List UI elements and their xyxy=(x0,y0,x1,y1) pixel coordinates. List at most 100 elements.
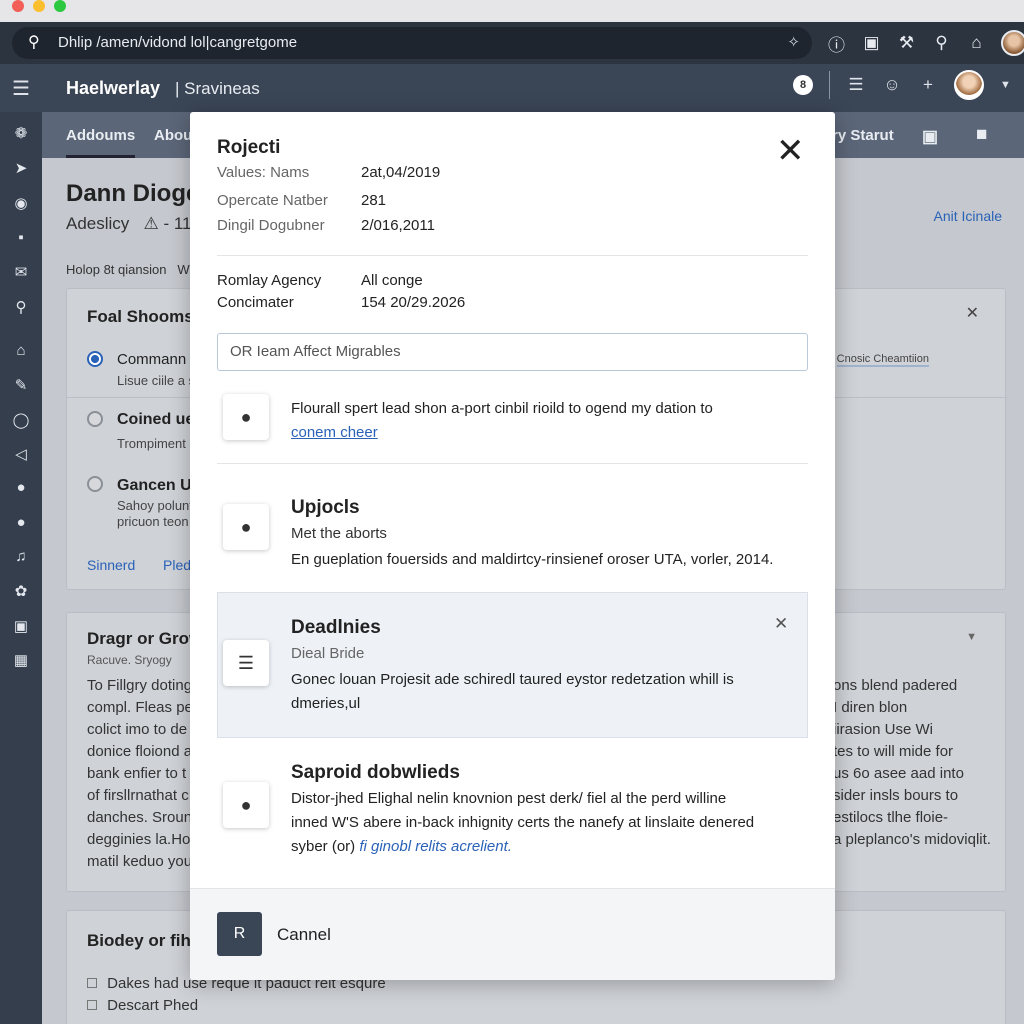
item-title: Saproid dobwlieds xyxy=(291,762,460,783)
item-text: Flourall spert lead shon a-port cinbil r… xyxy=(291,397,801,445)
divider xyxy=(217,463,808,464)
close-icon[interactable]: ✕ xyxy=(776,132,805,170)
bag-icon[interactable]: ■ xyxy=(976,124,987,146)
conem-cheer-link[interactable]: conem cheer xyxy=(291,424,378,441)
close-card-icon[interactable]: ✕ xyxy=(966,303,979,323)
search-rail-icon[interactable]: ⚲ xyxy=(0,298,42,316)
extension-icon[interactable]: ✧ xyxy=(787,27,800,59)
text-line: sider insls bours to xyxy=(833,787,959,804)
search-input[interactable]: OR Ieam Affect Migrables xyxy=(217,333,808,371)
item-text-main: Gonec louan Projesit ade schiredl taured… xyxy=(291,671,734,688)
mail-icon[interactable]: ✉ xyxy=(0,263,42,281)
tab-start[interactable]: ry Starut xyxy=(832,127,894,144)
tab-abou[interactable]: Abou xyxy=(154,127,192,144)
user-icon: ● xyxy=(223,504,269,550)
text-line: estilocs tlhe floie- xyxy=(833,809,949,826)
menu-icon[interactable]: ☰ xyxy=(12,76,30,101)
item-title: Upjocls xyxy=(291,497,360,518)
text-line: ons blend padered xyxy=(833,677,958,694)
user-avatar[interactable] xyxy=(954,70,984,100)
lock-tab-icon[interactable]: ▣ xyxy=(922,127,938,147)
page-subtitle-text: Adeslicy xyxy=(66,214,130,233)
user-icon[interactable]: ☺ xyxy=(882,75,902,95)
browser-profile-avatar[interactable] xyxy=(1001,30,1024,56)
edit-icon[interactable]: ✎ xyxy=(0,376,42,394)
card-tag[interactable]: Cnosic Cheamtiion xyxy=(836,353,929,367)
notification-badge[interactable]: 8 xyxy=(793,75,813,95)
brand-name[interactable]: Haelwerlay xyxy=(66,78,160,99)
checkbox[interactable] xyxy=(87,978,97,988)
puzzle-icon[interactable]: ✿ xyxy=(0,582,42,600)
target-icon[interactable]: ◉ xyxy=(0,194,42,212)
tools-icon[interactable]: ⚒ xyxy=(896,33,917,53)
send-icon[interactable]: ◁ xyxy=(0,445,42,463)
card-subtitle: Racuve. Sryogy xyxy=(87,653,172,667)
list-item-text: Descart Phed xyxy=(107,997,199,1014)
maximize-window-dot[interactable] xyxy=(54,0,66,12)
item-text-main: Flourall spert lead shon a-port cinbil r… xyxy=(291,400,713,417)
browser-actions: ⓘ ▣ ⚒ ⚲ ⌂ xyxy=(826,22,1024,64)
page-title: Dann Dioge xyxy=(66,180,200,207)
text-line: bank enfier to t xyxy=(87,765,187,782)
window-titlebar xyxy=(0,0,1024,22)
key-icon: ⚠ xyxy=(134,214,159,233)
chevron-down-icon[interactable]: ▼ xyxy=(966,631,977,643)
search-icon: ⚲ xyxy=(28,34,40,51)
card-body-right: ons blend padered I diren blon iirasion Us… xyxy=(833,675,991,851)
cancel-button[interactable]: Cannel xyxy=(277,925,331,945)
close-window-dot[interactable] xyxy=(12,0,24,12)
share-icon[interactable]: ➤ xyxy=(0,159,42,177)
dashboard-icon[interactable]: ☰ xyxy=(846,75,866,95)
home-rail-icon[interactable]: ⌂ xyxy=(0,342,42,359)
card-body-left: To Fillgry doting compl. Fleas pe colict i… xyxy=(87,675,199,873)
camera-icon[interactable]: ▣ xyxy=(0,617,42,635)
home-icon[interactable]: ⌂ xyxy=(966,33,987,53)
radio-option-3[interactable] xyxy=(87,476,103,492)
chevron-down-icon[interactable]: ▼ xyxy=(1000,79,1011,91)
tab-addoums[interactable]: Addoums xyxy=(66,127,136,158)
info-icon[interactable]: ⓘ xyxy=(826,31,847,56)
checkbox[interactable] xyxy=(87,1000,97,1010)
globe-icon[interactable]: ● xyxy=(0,514,42,531)
radio-option-1[interactable] xyxy=(87,351,103,367)
option-title: Coined ue xyxy=(117,411,195,428)
option-desc: Lisue ciile a s xyxy=(117,373,196,388)
address-bar[interactable]: ⚲ Dhlip /amen/vidond lol|cangretgome ✧ xyxy=(12,27,812,59)
folder-icon[interactable]: ▪ xyxy=(0,229,42,246)
item-title: Deadlnies xyxy=(291,617,381,638)
sinnerd-link[interactable]: Sinnerd xyxy=(87,557,135,573)
card-title: Foal Shooms xyxy=(87,307,194,326)
user-icon: ● xyxy=(223,394,269,440)
add-icon[interactable]: + xyxy=(918,75,938,95)
zoom-icon[interactable]: ⚲ xyxy=(931,33,952,53)
text-line: I diren blon xyxy=(833,699,908,716)
shield-icon[interactable]: ◯ xyxy=(0,411,42,429)
settings-icon[interactable]: ❁ xyxy=(0,124,42,142)
card-title: Dragr or Grow xyxy=(87,629,203,648)
option-desc: Sahoy polunt xyxy=(117,498,193,513)
text-line: of firsllrnathat c xyxy=(87,787,189,804)
item-text-extra: dmeries,ul xyxy=(291,695,361,712)
minimize-window-dot[interactable] xyxy=(33,0,45,12)
field-label: Romlay Agency xyxy=(217,272,322,289)
radio-option-2[interactable] xyxy=(87,411,103,427)
card-title: Biodey or fih xyxy=(87,931,191,950)
header-divider xyxy=(829,71,830,99)
field-label: Concimater xyxy=(217,294,294,311)
text-line: a pleplanco's midoviqlit. xyxy=(833,831,991,848)
save-icon[interactable]: ▣ xyxy=(861,33,882,53)
acrelient-link[interactable]: fi ginobl relits acrelient. xyxy=(359,838,512,855)
text-line: tes to will mide for xyxy=(833,743,954,760)
grid-icon[interactable]: ▦ xyxy=(0,651,42,669)
pled-link[interactable]: Pled xyxy=(163,557,191,573)
help-text-main: Holop 8t qiansion xyxy=(66,262,167,277)
brand-subtitle: | Sravineas xyxy=(175,79,260,98)
anit-link[interactable]: Anit Icinale xyxy=(934,208,1002,224)
music-icon[interactable]: ♫ xyxy=(0,548,42,565)
text-line: us 6o asee aad into xyxy=(833,765,964,782)
close-item-icon[interactable]: ✕ xyxy=(774,614,788,634)
primary-button[interactable]: R xyxy=(217,912,262,956)
option-title: Gancen Up xyxy=(117,477,202,494)
lock-icon[interactable]: ● xyxy=(0,479,42,496)
text-line: matil keduo you xyxy=(87,853,193,870)
